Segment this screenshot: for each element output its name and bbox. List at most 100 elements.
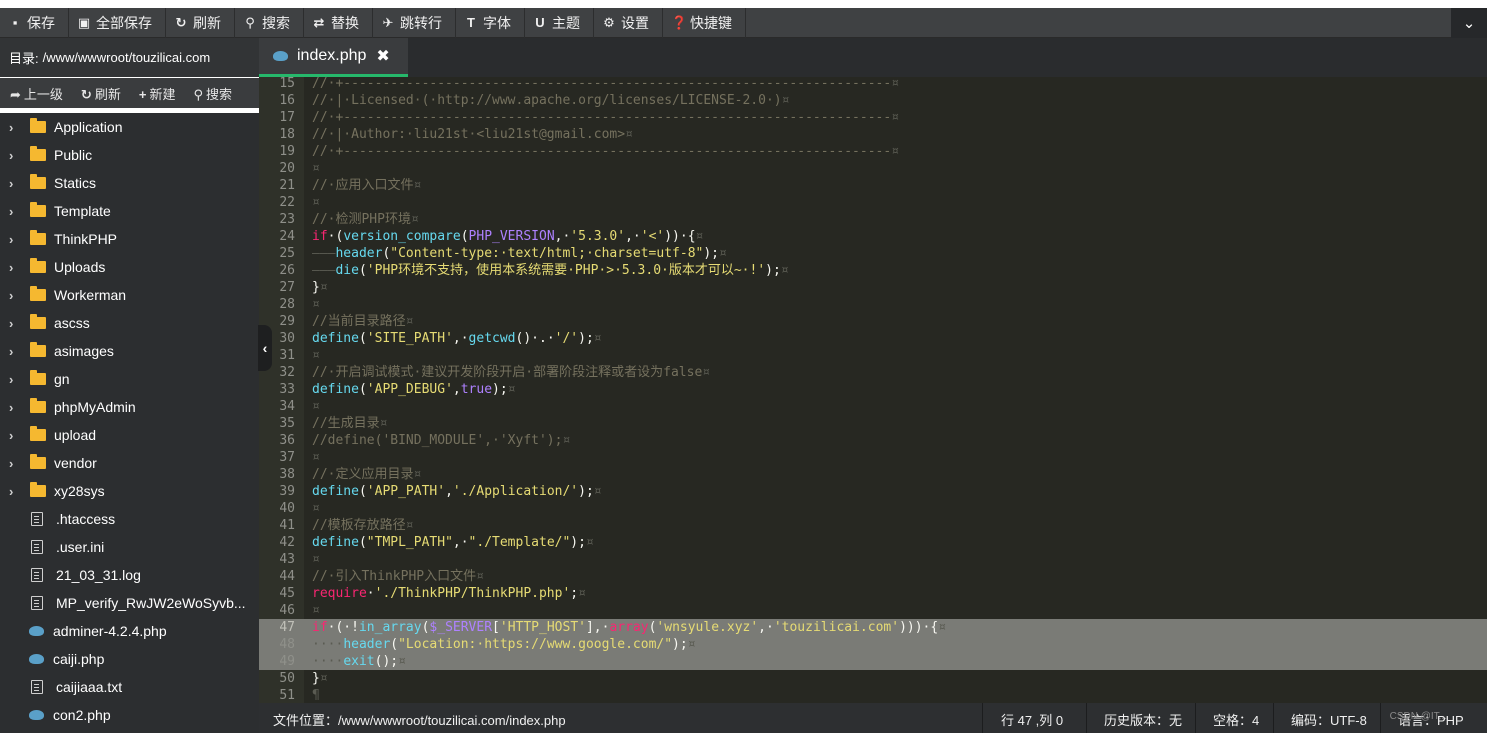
tree-folder-item[interactable]: › upload [0,421,259,449]
code-line[interactable]: 46 ¤ [259,602,1487,619]
sidebar-action-refresh[interactable]: ↻ 刷新 [81,84,121,103]
toolbar-button-search[interactable]: ⚲ 搜索 [235,7,304,38]
code-line[interactable]: 50}¤ [259,670,1487,687]
code-line[interactable]: 42 define("TMPL_PATH",·"./Template/");¤ [259,534,1487,551]
tree-folder-item[interactable]: › ThinkPHP [0,225,259,253]
code-line[interactable]: 23 //·检测PHP环境¤ [259,211,1487,228]
tree-file-item[interactable]: con2.php [0,701,259,729]
chevron-right-icon[interactable]: › [9,288,23,303]
code-line[interactable]: 31 ¤ [259,347,1487,364]
code-line[interactable]: 39 define('APP_PATH','./Application/');¤ [259,483,1487,500]
code-line[interactable]: 33 define('APP_DEBUG',true);¤ [259,381,1487,398]
tree-file-item[interactable]: .htaccess [0,505,259,533]
toolbar-button-label: 快捷键 [690,14,732,31]
chevron-right-icon[interactable]: › [9,316,23,331]
code-line[interactable]: 45 require·'./ThinkPHP/ThinkPHP.php';¤ [259,585,1487,602]
code-line[interactable]: 48 ····header("Location:·https://www.goog… [259,636,1487,653]
chevron-right-icon[interactable]: › [9,428,23,443]
php-file-icon [29,626,44,636]
tree-folder-item[interactable]: › Uploads [0,253,259,281]
code-line[interactable]: 18 //·|·Author:·liu21st·<liu21st@gmail.co… [259,126,1487,143]
chevron-right-icon[interactable]: › [9,204,23,219]
code-lines[interactable]: 15 //·+----------------------------------… [259,77,1487,703]
sidebar-action-share[interactable]: ➦ 上一级 [10,84,63,103]
code-line[interactable]: 40 ¤ [259,500,1487,517]
toolbar-button-gear[interactable]: ⚙ 设置 [594,7,663,38]
tree-folder-item[interactable]: › Template [0,197,259,225]
code-line[interactable]: 30 define('SITE_PATH',·getcwd()·.·'/');¤ [259,330,1487,347]
code-line[interactable]: 27}¤ [259,279,1487,296]
tree-folder-item[interactable]: › Workerman [0,281,259,309]
chevron-down-icon[interactable]: ⌄ [1451,8,1487,38]
chevron-right-icon[interactable]: › [9,176,23,191]
tree-folder-item[interactable]: › gn [0,365,259,393]
code-line[interactable]: 29//当前目录路径¤ [259,313,1487,330]
code-line[interactable]: 34 ¤ [259,398,1487,415]
code-line[interactable]: 36 //define('BIND_MODULE',·'Xyft');¤ [259,432,1487,449]
tree-file-item[interactable]: 21_03_31.log [0,561,259,589]
toolbar-button-font[interactable]: T 字体 [456,7,525,38]
chevron-right-icon[interactable]: › [9,484,23,499]
sidebar-action-search[interactable]: ⚲ 搜索 [193,84,232,103]
tree-folder-item[interactable]: › xy28sys [0,477,259,505]
status-history[interactable]: 历史版本：无 [1104,710,1182,729]
tree-file-item[interactable]: adminer-4.2.4.php [0,617,259,645]
chevron-right-icon[interactable]: › [9,120,23,135]
code-line[interactable]: 20 ¤ [259,160,1487,177]
collapse-sidebar-icon[interactable]: ‹ [258,325,272,371]
toolbar-button-save[interactable]: ▪ 保存 [0,7,69,38]
code-line[interactable]: 19 //·+----------------------------------… [259,143,1487,160]
tree-folder-item[interactable]: › Application [0,113,259,141]
code-line[interactable]: 21 //·应用入口文件¤ [259,177,1487,194]
code-editor[interactable]: 15 //·+----------------------------------… [259,77,1487,703]
toolbar-button-theme[interactable]: U 主题 [525,7,594,38]
tree-folder-item[interactable]: › vendor [0,449,259,477]
code-line[interactable]: 17 //·+----------------------------------… [259,109,1487,126]
code-line[interactable]: 22 ¤ [259,194,1487,211]
code-line[interactable]: 16 //·|·Licensed·(·http://www.apache.org/… [259,92,1487,109]
code-line[interactable]: 25 ———header("Content-type:·text/html;·ch… [259,245,1487,262]
code-text: ¤ [312,602,320,619]
toolbar-button-help[interactable]: ❓ 快捷键 [663,7,746,38]
code-line[interactable]: 28 ¤ [259,296,1487,313]
tree-file-item[interactable]: caiji.php [0,645,259,673]
code-line[interactable]: 51 ¶ [259,687,1487,703]
code-line[interactable]: 32//·开启调试模式·建议开发阶段开启·部署阶段注释或者设为false¤ [259,364,1487,381]
tree-file-item[interactable]: caijiaaa.txt [0,673,259,701]
code-line[interactable]: 35 //生成目录¤ [259,415,1487,432]
toolbar-button-refresh[interactable]: ↻ 刷新 [166,7,235,38]
code-line[interactable]: 15 //·+----------------------------------… [259,77,1487,92]
chevron-right-icon[interactable]: › [9,372,23,387]
code-line[interactable]: 24 if·(version_compare(PHP_VERSION,·'5.3.… [259,228,1487,245]
toolbar-button-replace[interactable]: ⇄ 替换 [304,7,373,38]
tree-folder-item[interactable]: › Statics [0,169,259,197]
chevron-right-icon[interactable]: › [9,260,23,275]
tree-folder-item[interactable]: › Public [0,141,259,169]
code-line[interactable]: 38 //·定义应用目录¤ [259,466,1487,483]
status-encoding[interactable]: 编码：UTF-8 [1291,710,1367,729]
tab-index-php[interactable]: index.php ✖ [259,38,408,77]
status-spaces[interactable]: 空格：4 [1213,710,1259,729]
code-line[interactable]: 41 //模板存放路径¤ [259,517,1487,534]
chevron-right-icon[interactable]: › [9,400,23,415]
code-line[interactable]: 37 ¤ [259,449,1487,466]
tree-folder-item[interactable]: › asimages [0,337,259,365]
status-cursor-position[interactable]: 行 47 ,列 0 [1001,710,1063,729]
close-tab-icon[interactable]: ✖ [376,46,389,66]
tree-folder-item[interactable]: › ascss [0,309,259,337]
code-line[interactable]: 49 ····exit();¤ [259,653,1487,670]
chevron-right-icon[interactable]: › [9,456,23,471]
code-line[interactable]: 47 if·(·!in_array($_SERVER['HTTP_HOST'],·… [259,619,1487,636]
toolbar-button-goto-line[interactable]: ✈ 跳转行 [373,7,456,38]
chevron-right-icon[interactable]: › [9,148,23,163]
code-line[interactable]: 44 //·引入ThinkPHP入口文件¤ [259,568,1487,585]
sidebar-action-plus[interactable]: + 新建 [139,84,176,103]
tree-file-item[interactable]: .user.ini [0,533,259,561]
tree-folder-item[interactable]: › phpMyAdmin [0,393,259,421]
chevron-right-icon[interactable]: › [9,232,23,247]
tree-file-item[interactable]: MP_verify_RwJW2eWoSyvb... [0,589,259,617]
code-line[interactable]: 43 ¤ [259,551,1487,568]
code-line[interactable]: 26 ———die('PHP环境不支持，使用本系统需要·PHP·>·5.3.0·版… [259,262,1487,279]
toolbar-button-save-all[interactable]: ▣ 全部保存 [69,7,166,38]
chevron-right-icon[interactable]: › [9,344,23,359]
